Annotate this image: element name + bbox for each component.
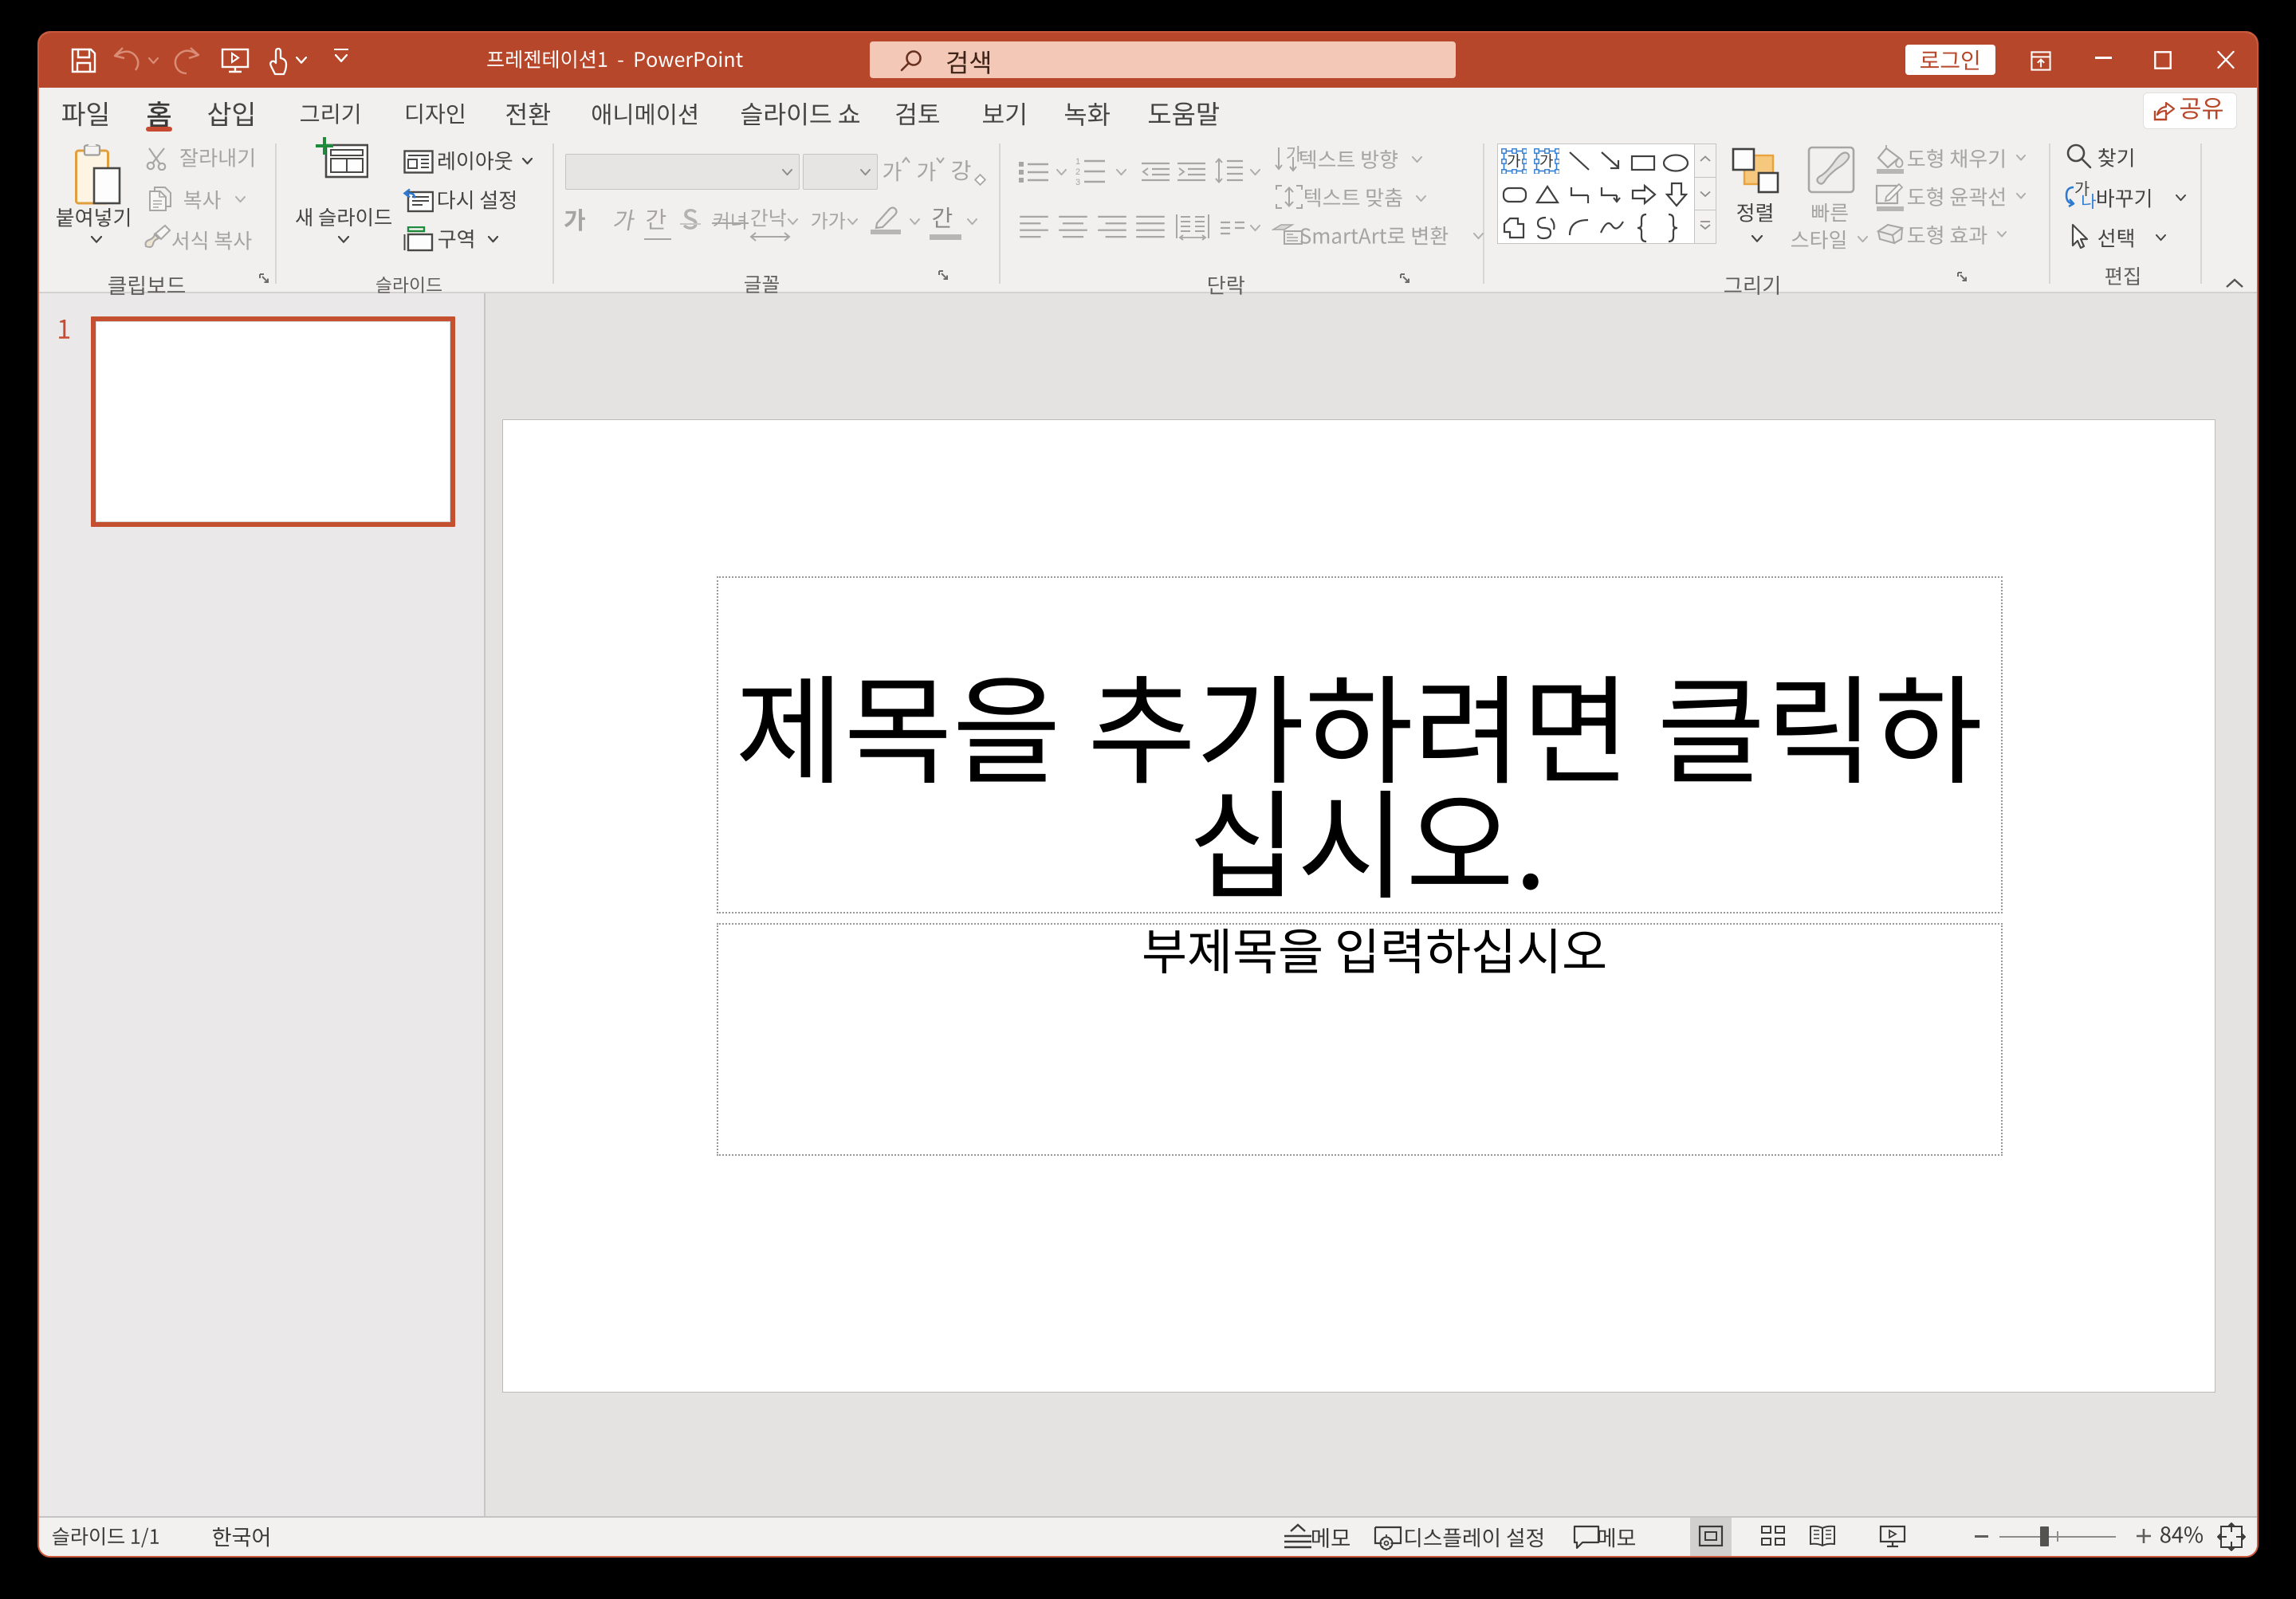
- svg-text:3: 3: [1075, 178, 1080, 187]
- svg-text:2: 2: [1075, 167, 1080, 177]
- svg-text:1: 1: [1075, 157, 1080, 167]
